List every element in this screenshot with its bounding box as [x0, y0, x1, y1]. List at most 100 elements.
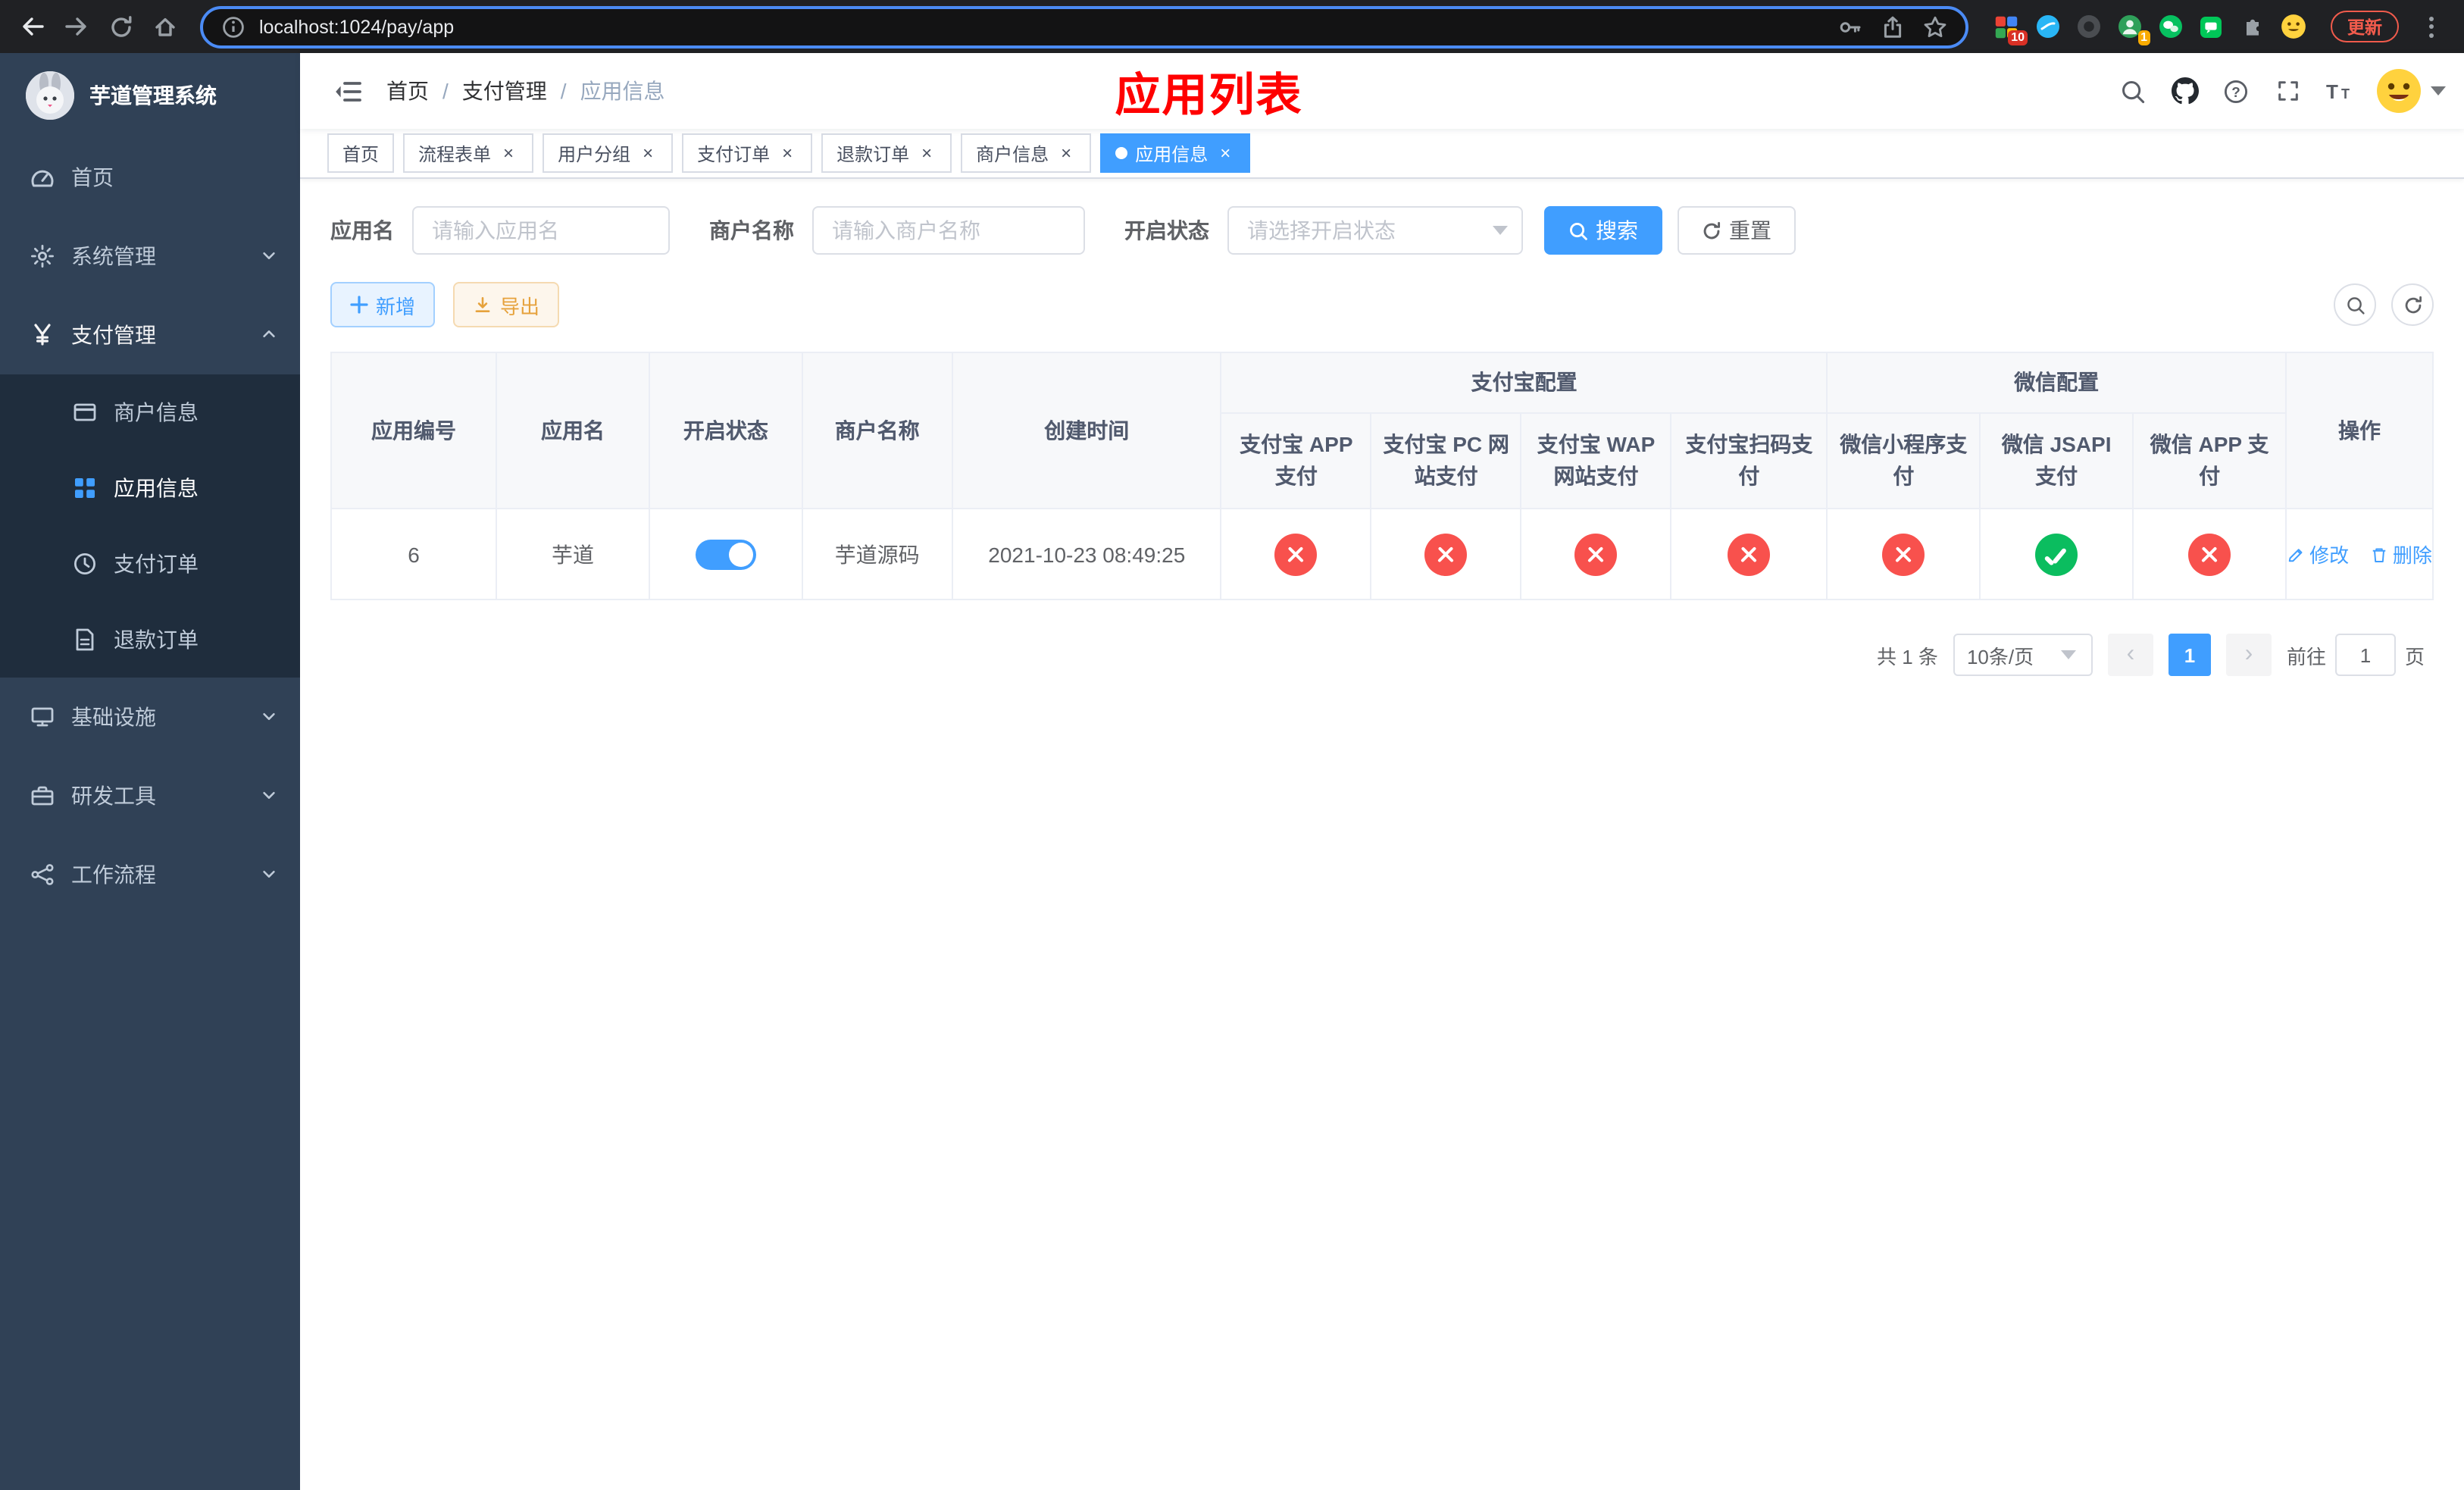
chevron-up-icon: [261, 323, 277, 347]
sidebar-item-system[interactable]: 系统管理: [0, 217, 300, 296]
extension-colorful-icon[interactable]: 10: [1993, 13, 2028, 45]
alipay-wap-status-icon: [1574, 533, 1618, 575]
refresh-button[interactable]: [2391, 283, 2434, 326]
screen: localhost:1024/pay/app 10 1 更新 芋道管理系统 首页…: [0, 0, 2464, 1490]
merchant-name-label: 商户名称: [709, 218, 794, 243]
tab-merchant-info[interactable]: 商户信息 ×: [961, 133, 1092, 173]
tab-app-info[interactable]: 应用信息 ×: [1100, 133, 1251, 173]
sidebar-item-infrastructure[interactable]: 基础设施: [0, 678, 300, 756]
delete-link-label: 删除: [2392, 544, 2432, 567]
status-select[interactable]: [1227, 206, 1523, 255]
browser-home-icon[interactable]: [144, 6, 185, 47]
next-page-button[interactable]: ›: [2225, 634, 2272, 676]
tab-process-form[interactable]: 流程表单 ×: [403, 133, 534, 173]
prev-arrow-icon: ‹: [2126, 641, 2135, 667]
sidebar-item-payment[interactable]: 支付管理: [0, 296, 300, 374]
help-icon[interactable]: ?: [2212, 61, 2259, 121]
sidebar-item-workflow[interactable]: 工作流程: [0, 835, 300, 914]
app-title: 芋道管理系统: [89, 83, 217, 108]
url-text[interactable]: localhost:1024/pay/app: [259, 16, 1825, 37]
font-size-icon[interactable]: TT: [2315, 61, 2362, 121]
yen-icon: [30, 323, 55, 347]
col-app-name: 应用名: [496, 352, 650, 509]
breadcrumb-current: 应用信息: [580, 79, 665, 103]
status-toggle[interactable]: [695, 539, 756, 569]
add-button[interactable]: 新增: [330, 282, 436, 327]
address-bar[interactable]: localhost:1024/pay/app: [200, 5, 1968, 48]
reset-button[interactable]: 重置: [1678, 206, 1796, 255]
col-wechat-app: 微信 APP 支付: [2132, 412, 2287, 509]
extensions-puzzle-icon[interactable]: [2238, 13, 2265, 40]
col-alipay-wap: 支付宝 WAP 网站支付: [1520, 412, 1672, 509]
site-info-icon[interactable]: [221, 14, 245, 39]
tab-close-icon[interactable]: ×: [917, 143, 937, 163]
extension-wechat-icon[interactable]: [2156, 13, 2184, 40]
user-avatar-menu[interactable]: [2376, 68, 2446, 114]
tab-pay-order[interactable]: 支付订单 ×: [682, 133, 813, 173]
chevron-down-icon: [261, 862, 277, 887]
browser-forward-icon[interactable]: [56, 6, 97, 47]
breadcrumb-payment[interactable]: 支付管理: [462, 76, 547, 106]
sidebar-item-app-info[interactable]: 应用信息: [0, 450, 300, 526]
select-caret-icon: [1493, 226, 1508, 235]
github-icon[interactable]: [2161, 61, 2208, 121]
browser-profile-avatar[interactable]: [2279, 13, 2306, 40]
reset-button-label: 重置: [1729, 218, 1771, 243]
tab-user-group[interactable]: 用户分组 ×: [543, 133, 674, 173]
goto-page-input[interactable]: [2334, 634, 2396, 676]
sidebar-collapse-icon[interactable]: [321, 69, 374, 113]
sidebar-item-label: 基础设施: [71, 705, 156, 729]
app-name-input[interactable]: [412, 206, 670, 255]
chevron-down-icon: [261, 244, 277, 268]
browser-back-icon[interactable]: [12, 6, 53, 47]
export-button[interactable]: 导出: [453, 282, 560, 327]
extension-chat-icon[interactable]: [2197, 13, 2225, 40]
breadcrumb-home[interactable]: 首页: [386, 76, 429, 106]
sidebar-menu: 首页 系统管理 支付管理 商户信息 应用信息 支付订单 退款订单 基础设施 研发…: [0, 138, 300, 914]
page-size-select[interactable]: 10条/页: [1953, 634, 2093, 676]
top-navbar: 首页 / 支付管理 / 应用信息 应用列表 ? T T: [300, 53, 2464, 129]
browser-menu-icon[interactable]: [2411, 6, 2452, 47]
merchant-name-input[interactable]: [812, 206, 1085, 255]
extension-badge: 10: [2008, 30, 2028, 45]
share-icon[interactable]: [1881, 14, 1905, 39]
bookmark-star-icon[interactable]: [1923, 14, 1947, 39]
sidebar-item-label: 应用信息: [114, 476, 199, 500]
search-icon[interactable]: [2109, 61, 2156, 121]
delete-link[interactable]: 删除: [2370, 540, 2432, 568]
prev-page-button[interactable]: ‹: [2107, 634, 2153, 676]
sidebar-item-devtools[interactable]: 研发工具: [0, 756, 300, 835]
add-button-label: 新增: [376, 295, 416, 318]
fullscreen-icon[interactable]: [2264, 61, 2311, 121]
wechat-jsapi-status-icon: [2035, 533, 2078, 575]
sidebar-item-home[interactable]: 首页: [0, 138, 300, 217]
sidebar-item-pay-order[interactable]: 支付订单: [0, 526, 300, 602]
cell-actions: 修改 删除: [2285, 508, 2434, 600]
tab-close-icon[interactable]: ×: [1215, 143, 1235, 163]
app-logo[interactable]: 芋道管理系统: [0, 53, 300, 138]
password-key-icon[interactable]: [1838, 14, 1862, 39]
sidebar-item-refund-order[interactable]: 退款订单: [0, 602, 300, 678]
extension-avatar-icon[interactable]: 1: [2115, 13, 2150, 45]
sidebar-item-merchant-info[interactable]: 商户信息: [0, 374, 300, 450]
tab-close-icon[interactable]: ×: [777, 143, 797, 163]
browser-reload-icon[interactable]: [100, 6, 141, 47]
tab-home[interactable]: 首页: [327, 133, 395, 173]
tab-close-icon[interactable]: ×: [1056, 143, 1076, 163]
cell-app-name: 芋道: [496, 508, 650, 600]
tab-close-icon[interactable]: ×: [638, 143, 658, 163]
col-group-wechat: 微信配置: [1826, 352, 2287, 414]
extension-blue-icon[interactable]: [2034, 13, 2061, 40]
svg-text:T: T: [2341, 86, 2350, 102]
extension-dark-icon[interactable]: [2075, 13, 2102, 40]
edit-link[interactable]: 修改: [2287, 540, 2349, 568]
tab-label: 应用信息: [1135, 143, 1209, 164]
toggle-search-button[interactable]: [2334, 283, 2376, 326]
breadcrumb: 首页 / 支付管理 / 应用信息: [386, 76, 665, 106]
alipay-qr-status-icon: [1728, 533, 1771, 575]
tab-refund-order[interactable]: 退款订单 ×: [821, 133, 952, 173]
tab-close-icon[interactable]: ×: [499, 143, 518, 163]
page-number-1[interactable]: 1: [2168, 634, 2211, 676]
search-button[interactable]: 搜索: [1544, 206, 1662, 255]
browser-update-button[interactable]: 更新: [2331, 11, 2399, 42]
